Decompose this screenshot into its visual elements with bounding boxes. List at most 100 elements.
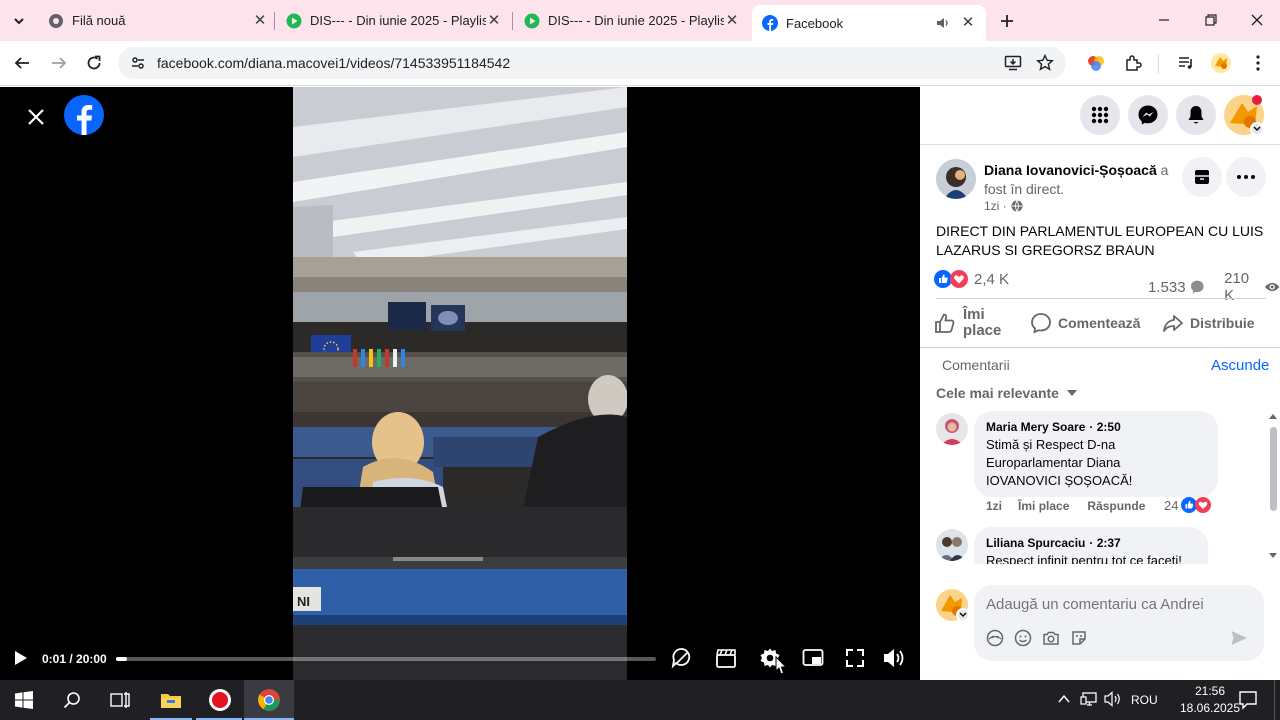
picture-in-picture-button[interactable] xyxy=(799,644,827,672)
tab-new-tab[interactable]: Filă nouă ✕ xyxy=(48,0,268,41)
tab-playlist-1[interactable]: DIS--- - Din iunie 2025 - Playlist ✕ xyxy=(286,0,502,41)
facebook-logo[interactable] xyxy=(64,95,104,135)
volume-button[interactable] xyxy=(880,644,908,672)
close-tab-icon[interactable]: ✕ xyxy=(724,12,740,29)
comment-button[interactable]: Comentează xyxy=(1030,303,1150,343)
tab-search-button[interactable] xyxy=(8,10,30,32)
comment-time[interactable]: · 2:50 xyxy=(1089,420,1120,434)
volume-tray-icon[interactable] xyxy=(1104,691,1122,707)
menu-button[interactable] xyxy=(1080,95,1120,135)
media-control-button[interactable] xyxy=(1174,51,1198,75)
arrow-right-icon xyxy=(52,57,67,69)
like-button[interactable]: Îmi place xyxy=(934,303,1034,343)
profile-button[interactable] xyxy=(1209,51,1233,75)
extension-colorful-button[interactable] xyxy=(1084,51,1108,75)
install-app-icon[interactable] xyxy=(1004,54,1022,72)
file-explorer-button[interactable] xyxy=(147,680,195,720)
seat-label: NI xyxy=(297,594,310,609)
speaker-icon[interactable] xyxy=(936,16,950,30)
author-avatar[interactable] xyxy=(936,159,976,199)
sticker-icon[interactable] xyxy=(1070,629,1088,647)
share-button[interactable]: Distribuie xyxy=(1162,303,1272,343)
tab-title: Facebook xyxy=(786,15,844,31)
captions-button[interactable] xyxy=(668,644,696,672)
post-options-button[interactable] xyxy=(1226,157,1266,197)
comments-list: Maria Mery Soare · 2:50 Stimă și Respect… xyxy=(920,409,1266,564)
address-bar[interactable]: facebook.com/diana.macovei1/videos/71453… xyxy=(118,47,1066,79)
comment-input[interactable] xyxy=(986,594,1246,614)
tab-facebook[interactable]: Facebook ✕ xyxy=(752,5,986,41)
profile-avatar-icon xyxy=(1211,53,1231,73)
comments-count[interactable]: 1.533 xyxy=(1148,279,1186,296)
reaction-summary[interactable]: 2,4 K xyxy=(934,270,1009,288)
tab-playlist-2[interactable]: DIS--- - Din iunie 2025 - Playlist ✕ xyxy=(524,0,740,41)
post-age[interactable]: 1zi · xyxy=(984,199,1007,213)
extensions-button[interactable] xyxy=(1121,51,1145,75)
close-tab-icon[interactable]: ✕ xyxy=(252,12,268,29)
comment-author[interactable]: Liliana Spurcaciu xyxy=(986,536,1085,550)
notifications-button[interactable] xyxy=(1176,95,1216,135)
avatar-sticker-icon[interactable] xyxy=(986,629,1004,647)
close-tab-icon[interactable]: ✕ xyxy=(486,12,502,29)
composer-avatar-chevron[interactable] xyxy=(956,608,970,622)
comment-reactions[interactable]: 24 xyxy=(1164,497,1212,513)
forward-button[interactable] xyxy=(47,51,71,75)
scroll-down-icon[interactable] xyxy=(1269,553,1277,559)
extension-logo-icon xyxy=(1088,56,1104,71)
notification-center-icon[interactable] xyxy=(1238,690,1258,710)
clock-time[interactable]: 21:56 xyxy=(1180,684,1240,698)
hide-comments-link[interactable]: Ascunde xyxy=(1211,357,1269,374)
video-frame[interactable]: NI xyxy=(293,87,627,680)
comment-like-link[interactable]: Îmi place xyxy=(1018,499,1069,513)
network-icon[interactable] xyxy=(1080,691,1098,707)
sort-comments-dropdown[interactable]: Cele mai relevante xyxy=(936,385,1078,401)
restore-button[interactable] xyxy=(1197,10,1225,30)
emoji-icon[interactable] xyxy=(1014,629,1032,647)
close-icon xyxy=(28,109,44,125)
input-language[interactable]: ROU xyxy=(1131,693,1158,707)
bookmark-star-icon[interactable] xyxy=(1036,54,1054,72)
reload-button[interactable] xyxy=(82,51,106,75)
task-view-button[interactable] xyxy=(96,680,144,720)
camera-icon[interactable] xyxy=(1042,629,1060,647)
tab-divider xyxy=(512,12,513,30)
show-desktop-divider[interactable] xyxy=(1274,680,1275,720)
comment-composer[interactable] xyxy=(974,585,1264,661)
site-info-icon[interactable] xyxy=(130,55,146,71)
scrollbar-thumb[interactable] xyxy=(1270,427,1277,511)
chrome-taskbar-button[interactable] xyxy=(244,680,294,720)
send-icon[interactable] xyxy=(1230,629,1248,647)
comments-scrollbar[interactable] xyxy=(1269,413,1277,559)
save-post-button[interactable] xyxy=(1182,157,1222,197)
comment-bubble: Liliana Spurcaciu · 2:37 Respect infinit… xyxy=(974,527,1208,564)
commenter-avatar[interactable] xyxy=(936,413,968,445)
comment-time[interactable]: · 2:37 xyxy=(1089,536,1120,550)
play-icon xyxy=(15,651,27,665)
video-progress-bar[interactable] xyxy=(116,657,656,661)
play-button[interactable] xyxy=(7,644,35,672)
messenger-button[interactable] xyxy=(1128,95,1168,135)
taskbar-search-button[interactable] xyxy=(48,680,96,720)
comment-author[interactable]: Maria Mery Soare xyxy=(986,420,1085,434)
tray-overflow-chevron-icon[interactable] xyxy=(1058,694,1070,704)
new-tab-button[interactable] xyxy=(996,10,1018,32)
scroll-up-icon[interactable] xyxy=(1269,413,1277,419)
chrome-menu-button[interactable] xyxy=(1246,51,1270,75)
account-dropdown-icon[interactable] xyxy=(1250,122,1264,136)
fullscreen-button[interactable] xyxy=(841,644,869,672)
comment-reply-link[interactable]: Răspunde xyxy=(1087,499,1145,513)
url-text[interactable]: facebook.com/diana.macovei1/videos/71453… xyxy=(157,55,510,71)
commenter-avatar[interactable] xyxy=(936,529,968,561)
close-video-button[interactable] xyxy=(22,103,50,131)
post-author-name[interactable]: Diana Iovanovici-Șoșoacă xyxy=(984,162,1157,178)
close-tab-icon[interactable]: ✕ xyxy=(960,15,976,31)
close-window-button[interactable] xyxy=(1243,10,1271,30)
reactions-count[interactable]: 2,4 K xyxy=(974,271,1009,288)
comment-age[interactable]: 1zi xyxy=(986,499,1002,513)
recorder-app-button[interactable] xyxy=(196,680,244,720)
clip-button[interactable] xyxy=(712,644,740,672)
start-button[interactable] xyxy=(0,680,48,720)
minimize-button[interactable] xyxy=(1150,10,1178,30)
back-button[interactable] xyxy=(10,51,34,75)
video-player[interactable]: NI 0:01 / 20:00 xyxy=(0,87,920,680)
